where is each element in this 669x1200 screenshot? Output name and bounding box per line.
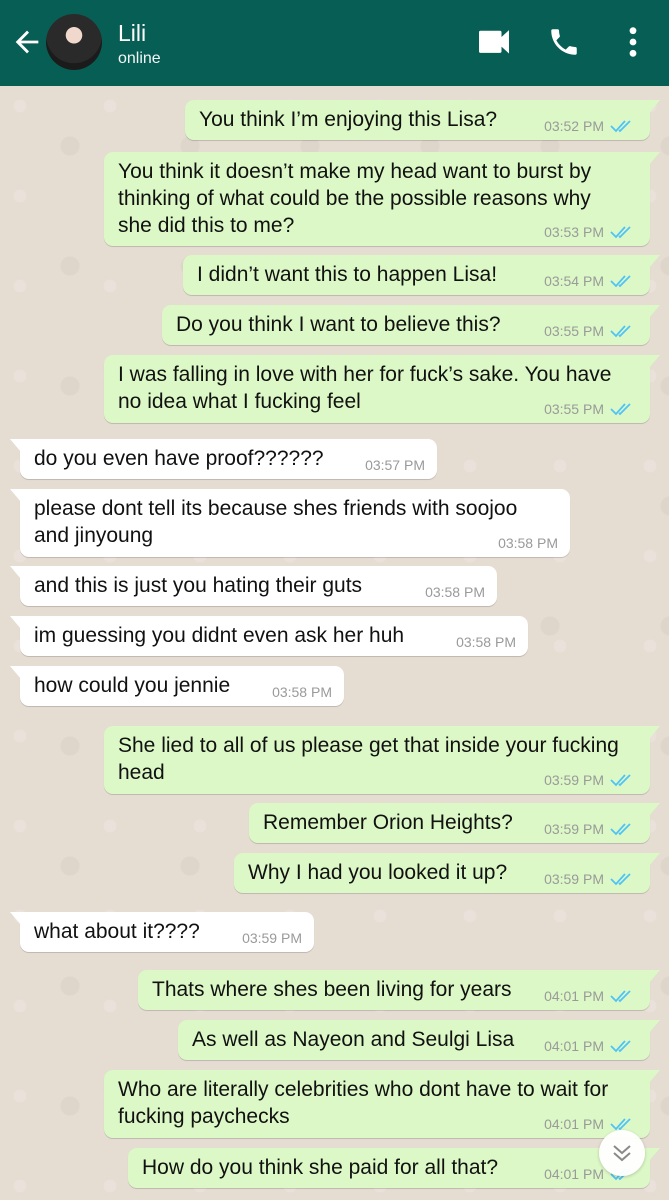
video-call-icon[interactable]: [476, 28, 512, 58]
message-time: 03:53 PM: [544, 224, 604, 240]
contact-status: online: [118, 50, 161, 67]
message-time: 03:54 PM: [544, 273, 604, 289]
outgoing-message-bubble[interactable]: Who are literally celebrities who dont h…: [104, 1070, 660, 1138]
message-time: 03:59 PM: [544, 821, 604, 837]
incoming-message-bubble[interactable]: please dont tell its because shes friend…: [10, 489, 570, 557]
outgoing-message-bubble[interactable]: You think it doesn’t make my head want t…: [104, 152, 660, 246]
more-options-icon[interactable]: [626, 25, 640, 59]
incoming-message-bubble[interactable]: how could you jennie 03:58 PM: [10, 666, 344, 706]
read-receipt-ticks-icon: [610, 120, 631, 133]
message-time: 03:57 PM: [365, 457, 425, 473]
read-receipt-ticks-icon: [610, 275, 631, 288]
phone-call-icon[interactable]: [547, 25, 581, 59]
message-meta: 03:59 PM: [544, 821, 636, 837]
message-meta: 03:52 PM: [544, 118, 636, 134]
chat-header: Lili online: [0, 0, 669, 86]
message-time: 03:59 PM: [544, 772, 604, 788]
outgoing-message-bubble[interactable]: I didn’t want this to happen Lisa! 03:54 …: [183, 255, 660, 295]
message-time: 03:55 PM: [544, 401, 604, 417]
outgoing-message-bubble[interactable]: As well as Nayeon and Seulgi Lisa 04:01 P…: [178, 1020, 660, 1060]
message-time: 04:01 PM: [544, 1166, 604, 1182]
message-text: and this is just you hating their guts: [34, 574, 363, 597]
message-time: 03:58 PM: [425, 584, 485, 600]
message-meta: 03:55 PM: [544, 401, 636, 417]
contact-avatar[interactable]: [46, 14, 102, 70]
read-receipt-ticks-icon: [610, 226, 631, 239]
outgoing-message-bubble[interactable]: She lied to all of us please get that in…: [104, 726, 660, 794]
message-meta: 03:59 PM: [544, 772, 636, 788]
read-receipt-ticks-icon: [610, 403, 631, 416]
message-time: 04:01 PM: [544, 1116, 604, 1132]
message-text: please dont tell its because shes friend…: [34, 497, 518, 547]
outgoing-message-bubble[interactable]: You think I’m enjoying this Lisa? 03:52 P…: [185, 100, 660, 140]
message-time: 04:01 PM: [544, 988, 604, 1004]
message-time: 03:52 PM: [544, 118, 604, 134]
message-meta: 04:01 PM: [544, 1038, 636, 1054]
message-time: 03:59 PM: [544, 871, 604, 887]
message-time: 03:58 PM: [456, 634, 516, 650]
message-meta: 03:54 PM: [544, 273, 636, 289]
message-meta: 03:53 PM: [544, 224, 636, 240]
outgoing-message-bubble[interactable]: Thats where shes been living for years 04…: [138, 970, 660, 1010]
back-arrow-icon[interactable]: [10, 25, 44, 59]
double-chevron-down-icon: [613, 1145, 631, 1162]
read-receipt-ticks-icon: [610, 1040, 631, 1053]
message-meta: 03:58 PM: [272, 684, 332, 700]
read-receipt-ticks-icon: [610, 990, 631, 1003]
read-receipt-ticks-icon: [610, 325, 631, 338]
outgoing-message-bubble[interactable]: Why I had you looked it up? 03:59 PM: [234, 853, 660, 893]
message-meta: 03:58 PM: [456, 634, 516, 650]
incoming-message-bubble[interactable]: and this is just you hating their guts 03…: [10, 566, 497, 606]
contact-name[interactable]: Lili: [118, 20, 146, 46]
outgoing-message-bubble[interactable]: Remember Orion Heights? 03:59 PM: [249, 803, 660, 843]
message-time: 03:58 PM: [498, 535, 558, 551]
message-time: 03:58 PM: [272, 684, 332, 700]
incoming-message-bubble[interactable]: do you even have proof?????? 03:57 PM: [10, 439, 437, 479]
message-list[interactable]: You think I’m enjoying this Lisa? 03:52 P…: [0, 86, 669, 1200]
message-meta: 03:58 PM: [425, 584, 485, 600]
scroll-to-bottom-button[interactable]: [599, 1130, 645, 1176]
message-time: 03:59 PM: [242, 930, 302, 946]
message-meta: 03:59 PM: [544, 871, 636, 887]
read-receipt-ticks-icon: [610, 873, 631, 886]
outgoing-message-bubble[interactable]: I was falling in love with her for fuck’…: [104, 355, 660, 423]
incoming-message-bubble[interactable]: im guessing you didnt even ask her huh 03…: [10, 616, 528, 656]
message-meta: 03:58 PM: [498, 535, 558, 551]
message-text: im guessing you didnt even ask her huh: [34, 624, 405, 647]
message-time: 03:55 PM: [544, 323, 604, 339]
outgoing-message-bubble[interactable]: Do you think I want to believe this? 03:5…: [162, 305, 660, 345]
read-receipt-ticks-icon: [610, 823, 631, 836]
message-time: 04:01 PM: [544, 1038, 604, 1054]
read-receipt-ticks-icon: [610, 1118, 631, 1131]
read-receipt-ticks-icon: [610, 774, 631, 787]
incoming-message-bubble[interactable]: what about it???? 03:59 PM: [10, 912, 314, 952]
message-meta: 03:55 PM: [544, 323, 636, 339]
outgoing-message-bubble[interactable]: How do you think she paid for all that? 0…: [128, 1148, 660, 1188]
message-meta: 04:01 PM: [544, 988, 636, 1004]
message-meta: 03:59 PM: [242, 930, 302, 946]
message-meta: 03:57 PM: [365, 457, 425, 473]
